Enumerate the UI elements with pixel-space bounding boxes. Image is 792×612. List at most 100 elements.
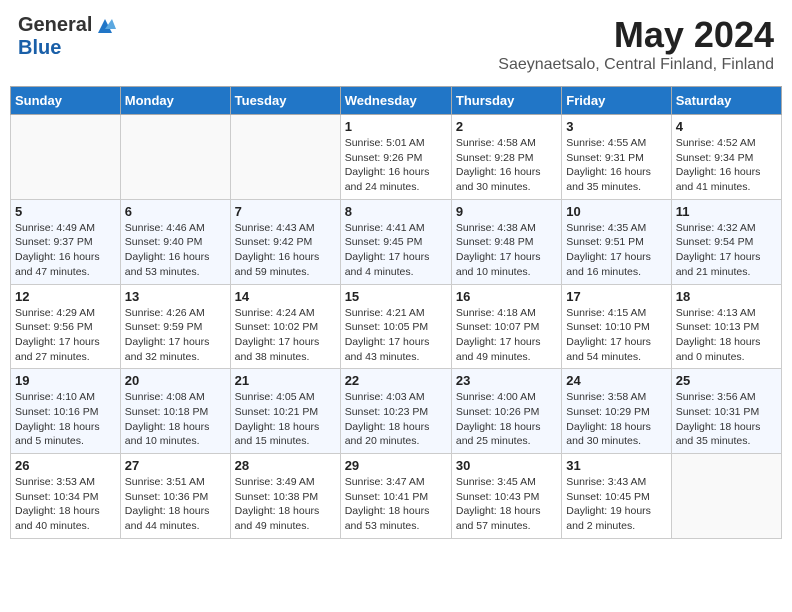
- day-header-monday: Monday: [120, 87, 230, 115]
- day-number: 28: [235, 458, 336, 473]
- calendar-cell: 11 Sunrise: 4:32 AM Sunset: 9:54 PM Dayli…: [671, 199, 781, 284]
- day-info: Sunrise: 3:53 AM Sunset: 10:34 PM Daylig…: [15, 475, 116, 534]
- day-number: 15: [345, 289, 447, 304]
- day-info: Sunrise: 4:46 AM Sunset: 9:40 PM Dayligh…: [125, 221, 226, 280]
- calendar-cell: 10 Sunrise: 4:35 AM Sunset: 9:51 PM Dayli…: [562, 199, 671, 284]
- day-number: 11: [676, 204, 777, 219]
- day-number: 12: [15, 289, 116, 304]
- day-header-thursday: Thursday: [451, 87, 561, 115]
- day-number: 16: [456, 289, 557, 304]
- calendar-cell: [230, 115, 340, 200]
- calendar-cell: 29 Sunrise: 3:47 AM Sunset: 10:41 PM Dayl…: [340, 454, 451, 539]
- day-number: 2: [456, 119, 557, 134]
- day-info: Sunrise: 4:03 AM Sunset: 10:23 PM Daylig…: [345, 390, 447, 449]
- day-number: 29: [345, 458, 447, 473]
- day-number: 23: [456, 373, 557, 388]
- calendar-cell: 19 Sunrise: 4:10 AM Sunset: 10:16 PM Dayl…: [11, 369, 121, 454]
- day-number: 4: [676, 119, 777, 134]
- day-number: 14: [235, 289, 336, 304]
- week-row-5: 26 Sunrise: 3:53 AM Sunset: 10:34 PM Dayl…: [11, 454, 782, 539]
- day-info: Sunrise: 4:38 AM Sunset: 9:48 PM Dayligh…: [456, 221, 557, 280]
- day-number: 9: [456, 204, 557, 219]
- title-area: May 2024 Saeynaetsalo, Central Finland, …: [498, 14, 774, 74]
- calendar-table: SundayMondayTuesdayWednesdayThursdayFrid…: [10, 86, 782, 539]
- day-info: Sunrise: 4:05 AM Sunset: 10:21 PM Daylig…: [235, 390, 336, 449]
- day-info: Sunrise: 3:51 AM Sunset: 10:36 PM Daylig…: [125, 475, 226, 534]
- day-info: Sunrise: 4:15 AM Sunset: 10:10 PM Daylig…: [566, 306, 666, 365]
- day-info: Sunrise: 4:55 AM Sunset: 9:31 PM Dayligh…: [566, 136, 666, 195]
- day-info: Sunrise: 4:08 AM Sunset: 10:18 PM Daylig…: [125, 390, 226, 449]
- calendar-cell: 22 Sunrise: 4:03 AM Sunset: 10:23 PM Dayl…: [340, 369, 451, 454]
- calendar-cell: [671, 454, 781, 539]
- day-number: 25: [676, 373, 777, 388]
- day-info: Sunrise: 4:26 AM Sunset: 9:59 PM Dayligh…: [125, 306, 226, 365]
- day-number: 19: [15, 373, 116, 388]
- day-number: 6: [125, 204, 226, 219]
- day-header-wednesday: Wednesday: [340, 87, 451, 115]
- calendar-cell: 1Sunrise: 5:01 AM Sunset: 9:26 PM Daylig…: [340, 115, 451, 200]
- day-header-sunday: Sunday: [11, 87, 121, 115]
- day-info: Sunrise: 4:00 AM Sunset: 10:26 PM Daylig…: [456, 390, 557, 449]
- calendar-cell: 8 Sunrise: 4:41 AM Sunset: 9:45 PM Daylig…: [340, 199, 451, 284]
- week-row-1: 1Sunrise: 5:01 AM Sunset: 9:26 PM Daylig…: [11, 115, 782, 200]
- day-number: 13: [125, 289, 226, 304]
- day-info: Sunrise: 4:18 AM Sunset: 10:07 PM Daylig…: [456, 306, 557, 365]
- day-info: Sunrise: 4:13 AM Sunset: 10:13 PM Daylig…: [676, 306, 777, 365]
- calendar-cell: 14 Sunrise: 4:24 AM Sunset: 10:02 PM Dayl…: [230, 284, 340, 369]
- day-info: Sunrise: 4:10 AM Sunset: 10:16 PM Daylig…: [15, 390, 116, 449]
- calendar-cell: 18 Sunrise: 4:13 AM Sunset: 10:13 PM Dayl…: [671, 284, 781, 369]
- week-row-3: 12Sunrise: 4:29 AM Sunset: 9:56 PM Dayli…: [11, 284, 782, 369]
- calendar-cell: 2 Sunrise: 4:58 AM Sunset: 9:28 PM Daylig…: [451, 115, 561, 200]
- calendar-cell: 13 Sunrise: 4:26 AM Sunset: 9:59 PM Dayli…: [120, 284, 230, 369]
- calendar-cell: 7Sunrise: 4:43 AM Sunset: 9:42 PM Daylig…: [230, 199, 340, 284]
- logo: General Blue: [18, 14, 116, 60]
- location-subtitle: Saeynaetsalo, Central Finland, Finland: [498, 56, 774, 74]
- day-info: Sunrise: 4:24 AM Sunset: 10:02 PM Daylig…: [235, 306, 336, 365]
- day-number: 8: [345, 204, 447, 219]
- day-number: 7: [235, 204, 336, 219]
- calendar-cell: 12Sunrise: 4:29 AM Sunset: 9:56 PM Dayli…: [11, 284, 121, 369]
- day-number: 5: [15, 204, 116, 219]
- day-info: Sunrise: 4:35 AM Sunset: 9:51 PM Dayligh…: [566, 221, 666, 280]
- day-number: 24: [566, 373, 666, 388]
- day-number: 3: [566, 119, 666, 134]
- calendar-cell: 9 Sunrise: 4:38 AM Sunset: 9:48 PM Daylig…: [451, 199, 561, 284]
- calendar-cell: 26 Sunrise: 3:53 AM Sunset: 10:34 PM Dayl…: [11, 454, 121, 539]
- day-info: Sunrise: 4:32 AM Sunset: 9:54 PM Dayligh…: [676, 221, 777, 280]
- calendar-cell: 27 Sunrise: 3:51 AM Sunset: 10:36 PM Dayl…: [120, 454, 230, 539]
- calendar-cell: 20Sunrise: 4:08 AM Sunset: 10:18 PM Dayl…: [120, 369, 230, 454]
- calendar-cell: [120, 115, 230, 200]
- day-number: 22: [345, 373, 447, 388]
- calendar-cell: 16 Sunrise: 4:18 AM Sunset: 10:07 PM Dayl…: [451, 284, 561, 369]
- day-info: Sunrise: 4:41 AM Sunset: 9:45 PM Dayligh…: [345, 221, 447, 280]
- calendar-cell: 28Sunrise: 3:49 AM Sunset: 10:38 PM Dayl…: [230, 454, 340, 539]
- day-number: 17: [566, 289, 666, 304]
- day-number: 18: [676, 289, 777, 304]
- day-info: Sunrise: 4:58 AM Sunset: 9:28 PM Dayligh…: [456, 136, 557, 195]
- calendar-cell: 4Sunrise: 4:52 AM Sunset: 9:34 PM Daylig…: [671, 115, 781, 200]
- calendar-cell: 6 Sunrise: 4:46 AM Sunset: 9:40 PM Daylig…: [120, 199, 230, 284]
- days-header-row: SundayMondayTuesdayWednesdayThursdayFrid…: [11, 87, 782, 115]
- day-header-tuesday: Tuesday: [230, 87, 340, 115]
- day-number: 21: [235, 373, 336, 388]
- logo-icon: [94, 15, 116, 37]
- day-info: Sunrise: 3:56 AM Sunset: 10:31 PM Daylig…: [676, 390, 777, 449]
- calendar-cell: 31Sunrise: 3:43 AM Sunset: 10:45 PM Dayl…: [562, 454, 671, 539]
- day-number: 31: [566, 458, 666, 473]
- calendar-cell: 24 Sunrise: 3:58 AM Sunset: 10:29 PM Dayl…: [562, 369, 671, 454]
- day-header-friday: Friday: [562, 87, 671, 115]
- calendar-cell: 25 Sunrise: 3:56 AM Sunset: 10:31 PM Dayl…: [671, 369, 781, 454]
- day-number: 27: [125, 458, 226, 473]
- calendar-cell: 17 Sunrise: 4:15 AM Sunset: 10:10 PM Dayl…: [562, 284, 671, 369]
- day-number: 10: [566, 204, 666, 219]
- day-number: 1: [345, 119, 447, 134]
- month-year-title: May 2024: [498, 14, 774, 56]
- day-info: Sunrise: 3:47 AM Sunset: 10:41 PM Daylig…: [345, 475, 447, 534]
- calendar-cell: 21 Sunrise: 4:05 AM Sunset: 10:21 PM Dayl…: [230, 369, 340, 454]
- header: General Blue May 2024 Saeynaetsalo, Cent…: [10, 10, 782, 78]
- day-info: Sunrise: 3:45 AM Sunset: 10:43 PM Daylig…: [456, 475, 557, 534]
- calendar-cell: 15Sunrise: 4:21 AM Sunset: 10:05 PM Dayl…: [340, 284, 451, 369]
- calendar-cell: 3 Sunrise: 4:55 AM Sunset: 9:31 PM Daylig…: [562, 115, 671, 200]
- day-number: 26: [15, 458, 116, 473]
- day-info: Sunrise: 3:58 AM Sunset: 10:29 PM Daylig…: [566, 390, 666, 449]
